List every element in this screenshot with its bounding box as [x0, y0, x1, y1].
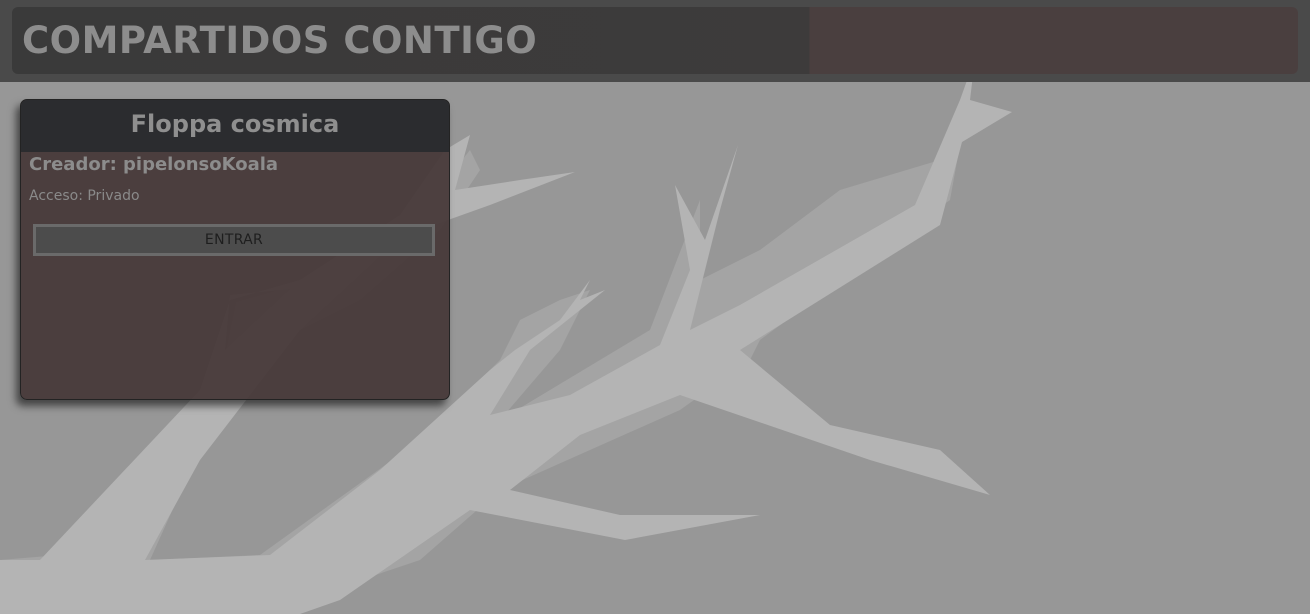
header-panel: COMPARTIDOS CONTIGO: [12, 7, 1298, 74]
top-header-bar: COMPARTIDOS CONTIGO: [0, 0, 1310, 82]
card-access-text: Acceso: Privado: [29, 188, 140, 204]
enter-button[interactable]: ENTRAR: [33, 224, 435, 256]
card-header: Floppa cosmica: [21, 100, 449, 152]
card-creator-text: Creador: pipelonsoKoala: [29, 154, 279, 175]
card-title: Floppa cosmica: [130, 110, 340, 138]
page-title: COMPARTIDOS CONTIGO: [22, 19, 538, 62]
shared-item-card: Floppa cosmica Creador: pipelonsoKoala A…: [20, 99, 450, 400]
